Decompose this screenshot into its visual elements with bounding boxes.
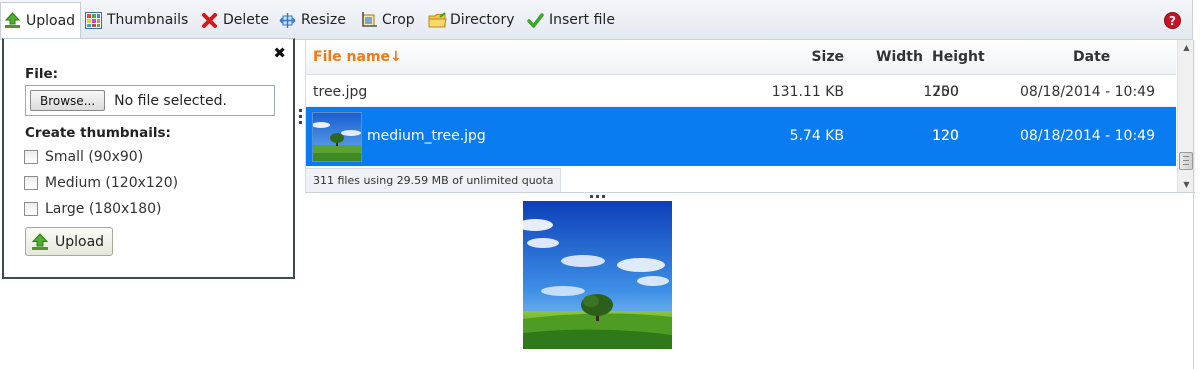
file-label: File: [25, 66, 59, 82]
checkbox[interactable] [24, 176, 38, 190]
column-size[interactable]: Size [811, 49, 844, 65]
directory-button[interactable]: Directory [428, 9, 515, 31]
file-name: tree.jpg [313, 84, 368, 100]
horizontal-splitter-handle[interactable] [590, 195, 610, 199]
column-file-name[interactable]: File name↓ [313, 49, 402, 65]
file-name: medium_tree.jpg [367, 128, 486, 144]
quota-of-text: of [448, 174, 467, 187]
crop-icon [360, 11, 377, 29]
file-thumbnail [312, 112, 362, 162]
option-label: Medium (120x120) [45, 175, 179, 191]
delete-x-icon [201, 12, 218, 29]
close-icon[interactable]: ✖ [273, 44, 286, 62]
upload-arrow-icon [31, 232, 49, 251]
scrollbar-thumb[interactable] [1179, 152, 1193, 170]
thumbnail-option-large[interactable]: Large (180x180) [24, 201, 162, 217]
insert-file-button[interactable]: Insert file [527, 9, 615, 31]
thumbnails-button[interactable]: Thumbnails [85, 9, 188, 31]
checkbox[interactable] [24, 202, 38, 216]
file-date: 08/18/2014 - 10:49 [1020, 128, 1155, 144]
delete-label: Delete [223, 12, 269, 28]
upload-panel: ✖ File: Browse... No file selected. Crea… [2, 38, 295, 279]
thumbnail-option-medium[interactable]: Medium (120x120) [24, 175, 178, 191]
crop-label: Crop [382, 12, 415, 28]
folder-icon [428, 11, 447, 29]
resize-button[interactable]: Resize [279, 9, 346, 31]
file-height: 120 [932, 128, 959, 144]
column-date[interactable]: Date [1073, 49, 1110, 65]
column-height[interactable]: Height [932, 49, 985, 65]
crop-button[interactable]: Crop [360, 9, 415, 31]
file-size: 5.74 KB [789, 128, 844, 144]
toolbar: Upload Thumbnails Delete Resize Crop Dir… [0, 0, 1193, 40]
upload-submit-label: Upload [55, 233, 105, 250]
file-row[interactable]: tree.jpg 131.11 KB 1200 750 08/18/2014 -… [306, 76, 1176, 107]
option-label: Small (90x90) [45, 149, 144, 165]
help-icon[interactable]: ? [1164, 12, 1181, 29]
quota-limit: unlimited quota [466, 174, 554, 187]
file-list: File name↓ Size Width Height Date tree.j… [305, 40, 1195, 193]
directory-label: Directory [450, 12, 515, 28]
file-list-header: File name↓ Size Width Height Date [306, 40, 1176, 75]
thumbnail-option-small[interactable]: Small (90x90) [24, 149, 143, 165]
delete-button[interactable]: Delete [201, 9, 269, 31]
upload-submit-button[interactable]: Upload [25, 227, 113, 256]
frame-border [1193, 40, 1194, 369]
thumbnails-label: Thumbnails [107, 12, 189, 28]
file-size: 131.11 KB [771, 84, 844, 100]
image-preview [523, 201, 672, 349]
upload-tab[interactable]: Upload [0, 2, 82, 38]
quota-files-text: 311 files using [313, 174, 397, 187]
resize-label: Resize [301, 12, 346, 28]
column-width[interactable]: Width [876, 49, 923, 65]
no-file-text: No file selected. [114, 92, 227, 109]
thumbnails-grid-icon [85, 11, 102, 29]
insert-file-label: Insert file [549, 12, 615, 28]
vertical-splitter-handle[interactable] [299, 108, 303, 128]
file-row-selected[interactable]: medium_tree.jpg 5.74 KB 120 120 08/18/20… [306, 107, 1176, 166]
browse-button[interactable]: Browse... [30, 90, 106, 111]
quota-used: 29.59 MB [396, 174, 449, 187]
create-thumbnails-label: Create thumbnails: [25, 125, 171, 141]
resize-icon [279, 12, 296, 29]
file-height: 750 [932, 84, 959, 100]
quota-status: 311 files using 29.59 MB of unlimited qu… [306, 168, 562, 192]
upload-tab-label: Upload [26, 12, 76, 29]
file-input[interactable]: Browse... No file selected. [25, 85, 275, 116]
file-date: 08/18/2014 - 10:49 [1020, 84, 1155, 100]
checkmark-icon [527, 12, 544, 29]
upload-arrow-icon [4, 12, 21, 29]
option-label: Large (180x180) [45, 201, 162, 217]
checkbox[interactable] [24, 150, 38, 164]
